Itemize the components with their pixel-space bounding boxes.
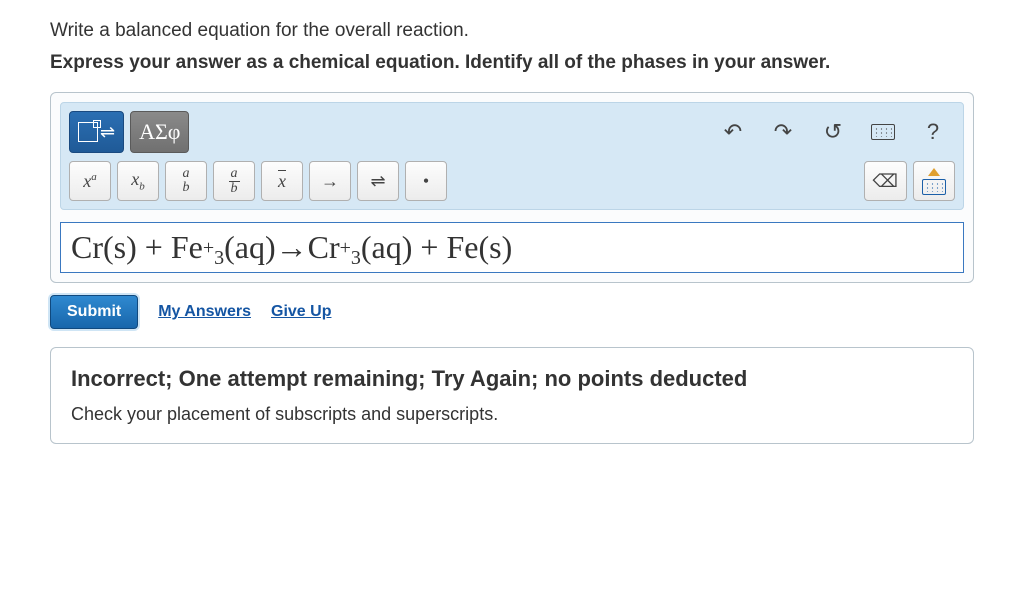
keyboard-button[interactable] xyxy=(861,111,905,153)
eq-sup: + xyxy=(203,237,214,260)
undo-button[interactable]: ↶ xyxy=(711,111,755,153)
up-triangle-icon xyxy=(928,168,940,176)
arrow-right-button[interactable]: → xyxy=(309,161,351,201)
toolbar: ⇌ ΑΣφ ↶ ↷ ↺ ? xa xb ab ab x → ⇌ • ⌫ xyxy=(60,102,964,210)
my-answers-link[interactable]: My Answers xyxy=(158,303,251,321)
reversible-icon: ⇌ xyxy=(100,122,115,143)
eq-part: (aq)→Cr xyxy=(224,229,340,266)
frame-icon xyxy=(78,122,98,142)
keyboard-icon xyxy=(922,179,946,195)
reset-icon: ↺ xyxy=(824,119,842,145)
greek-symbols-button[interactable]: ΑΣφ xyxy=(130,111,189,153)
reversible-button[interactable]: ⇌ xyxy=(357,161,399,201)
help-icon: ? xyxy=(927,119,939,145)
keyboard-icon xyxy=(871,124,895,140)
feedback-title: Incorrect; One attempt remaining; Try Ag… xyxy=(71,366,953,392)
eq-part: Cr(s) + Fe xyxy=(71,229,203,266)
question-prompt: Write a balanced equation for the overal… xyxy=(50,20,974,42)
eq-part: (aq) + Fe(s) xyxy=(361,229,512,266)
undo-icon: ↶ xyxy=(724,119,742,145)
eq-sub: 3 xyxy=(214,247,224,270)
special-keyboard-button[interactable] xyxy=(913,161,955,201)
question-emphasis: Express your answer as a chemical equati… xyxy=(50,52,974,74)
eq-sub: 3 xyxy=(351,247,361,270)
xbar-button[interactable]: x xyxy=(261,161,303,201)
give-up-link[interactable]: Give Up xyxy=(271,303,331,321)
redo-button[interactable]: ↷ xyxy=(761,111,805,153)
feedback-box: Incorrect; One attempt remaining; Try Ag… xyxy=(50,347,974,444)
subscript-button[interactable]: xb xyxy=(117,161,159,201)
submit-button[interactable]: Submit xyxy=(50,295,138,329)
equation-input[interactable]: Cr(s) + Fe + 3 (aq)→Cr + 3 (aq) + Fe(s) xyxy=(60,222,964,273)
feedback-hint: Check your placement of subscripts and s… xyxy=(71,404,953,425)
action-row: Submit My Answers Give Up xyxy=(50,291,974,347)
equation-editor: ⇌ ΑΣφ ↶ ↷ ↺ ? xa xb ab ab x → ⇌ • ⌫ xyxy=(50,92,974,283)
redo-icon: ↷ xyxy=(774,119,792,145)
dot-button[interactable]: • xyxy=(405,161,447,201)
backspace-icon: ⌫ xyxy=(873,171,898,192)
eq-sup: + xyxy=(340,237,351,260)
fraction-button[interactable]: ab xyxy=(213,161,255,201)
stacked-button[interactable]: ab xyxy=(165,161,207,201)
reset-button[interactable]: ↺ xyxy=(811,111,855,153)
superscript-button[interactable]: xa xyxy=(69,161,111,201)
help-button[interactable]: ? xyxy=(911,111,955,153)
backspace-button[interactable]: ⌫ xyxy=(864,161,907,201)
chemistry-mode-button[interactable]: ⇌ xyxy=(69,111,124,153)
